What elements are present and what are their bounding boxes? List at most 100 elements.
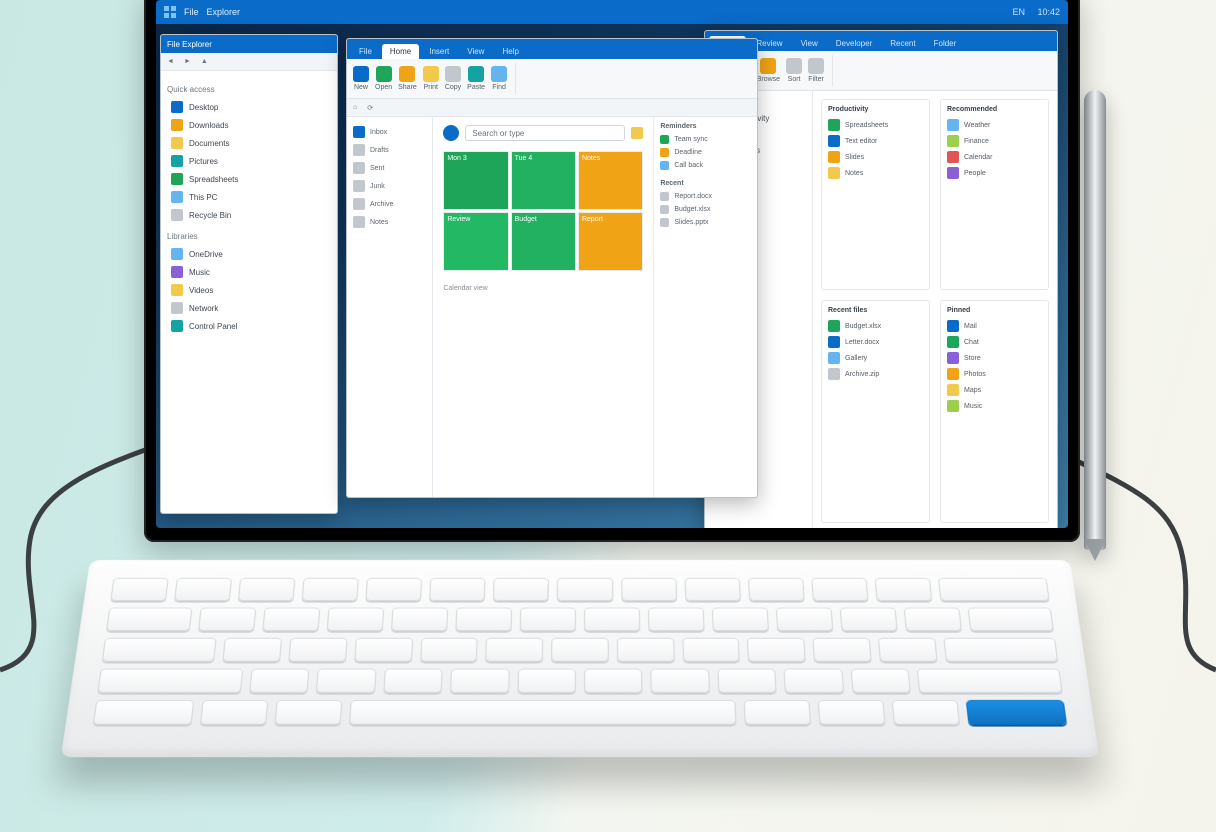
ribbon-button[interactable]: Sort xyxy=(786,58,802,83)
back-icon[interactable]: ◄ xyxy=(167,58,174,65)
search-input[interactable]: Search or type xyxy=(465,125,625,141)
ribbon-button[interactable]: New xyxy=(353,66,369,91)
folder-icon xyxy=(171,266,183,278)
app-list-item[interactable]: Text editor xyxy=(828,133,923,149)
aside-item[interactable]: Deadline xyxy=(660,146,751,159)
ribbon-tab[interactable]: View xyxy=(793,36,826,51)
ribbon-tab[interactable]: File xyxy=(351,44,380,59)
folder-list-item[interactable]: Notes xyxy=(351,213,428,231)
aside-item[interactable]: Team sync xyxy=(660,133,751,146)
app-list-item[interactable]: Slides xyxy=(828,149,923,165)
ribbon-button[interactable]: Share xyxy=(398,66,417,91)
calendar-folder-list[interactable]: Inbox Drafts Sent Junk Archive Notes xyxy=(347,117,433,497)
file-explorer-toolbar[interactable]: ◄ ► ▲ xyxy=(161,53,337,71)
cal-cell-3[interactable]: Review xyxy=(443,212,508,271)
nav-item[interactable]: Control Panel xyxy=(167,317,331,335)
keyboard-key xyxy=(621,578,677,601)
ribbon-button[interactable]: Find xyxy=(491,66,507,91)
keyboard-key xyxy=(326,608,384,631)
nav-item[interactable]: Pictures xyxy=(167,152,331,170)
app-list-item[interactable]: Gallery xyxy=(828,350,923,366)
cal-cell-1[interactable]: Tue 4 xyxy=(511,151,576,210)
calendar-ribbon-tabs[interactable]: FileHomeInsertViewHelp xyxy=(347,39,757,59)
app-list-item[interactable]: Letter.docx xyxy=(828,334,923,350)
folder-list-item[interactable]: Sent xyxy=(351,159,428,177)
file-explorer-titlebar[interactable]: File Explorer xyxy=(161,35,337,53)
nav-item[interactable]: OneDrive xyxy=(167,245,331,263)
window-calendar-app[interactable]: FileHomeInsertViewHelp New Open Share Pr… xyxy=(346,38,758,498)
app-list-item[interactable]: Notes xyxy=(828,165,923,181)
app-list-item[interactable]: Spreadsheets xyxy=(828,117,923,133)
star-icon[interactable] xyxy=(631,127,643,139)
ribbon-tab[interactable]: Home xyxy=(382,44,419,59)
cal-cell-4[interactable]: Budget xyxy=(511,212,576,271)
folder-list-item[interactable]: Inbox xyxy=(351,123,428,141)
nav-item[interactable]: Desktop xyxy=(167,98,331,116)
tray-clock[interactable]: 10:42 xyxy=(1037,7,1060,17)
ribbon-tab[interactable]: View xyxy=(459,44,492,59)
keyboard-key xyxy=(717,669,777,693)
aside-item[interactable]: Report.docx xyxy=(660,190,751,203)
cal-cell-0[interactable]: Mon 3 xyxy=(443,151,508,210)
app-list-item[interactable]: Archive.zip xyxy=(828,366,923,382)
aside-item[interactable]: Budget.xlsx xyxy=(660,203,751,216)
folder-list-item[interactable]: Drafts xyxy=(351,141,428,159)
app-icon xyxy=(828,336,840,348)
calendar-grid[interactable]: Mon 3 Tue 4 Notes Review Budget Report xyxy=(443,151,643,271)
home-icon[interactable]: ⌂ xyxy=(353,104,357,111)
aside-item[interactable]: Call back xyxy=(660,159,751,172)
ribbon-tab[interactable]: Help xyxy=(494,44,526,59)
app-list-item[interactable]: Photos xyxy=(947,366,1042,382)
system-tray[interactable]: EN 10:42 xyxy=(1002,7,1060,17)
ribbon-tab[interactable]: Insert xyxy=(421,44,457,59)
forward-icon[interactable]: ► xyxy=(184,58,191,65)
app-list-item[interactable]: Finance xyxy=(947,133,1042,149)
nav-item[interactable]: Recycle Bin xyxy=(167,206,331,224)
aside-item[interactable]: Slides.pptx xyxy=(660,216,751,229)
ribbon-button[interactable]: Browse xyxy=(757,58,780,83)
folder-icon xyxy=(171,137,183,149)
ribbon-tab[interactable]: Folder xyxy=(926,36,965,51)
calendar-subtoolbar[interactable]: ⌂ ⟳ xyxy=(347,99,757,117)
nav-item[interactable]: Music xyxy=(167,263,331,281)
keyboard-key xyxy=(110,578,169,601)
folder-list-item[interactable]: Junk xyxy=(351,177,428,195)
cal-cell-5[interactable]: Report xyxy=(578,212,643,271)
taskbar-menu-0[interactable]: File xyxy=(184,7,199,17)
app-list-item[interactable]: Weather xyxy=(947,117,1042,133)
app-list-item[interactable]: People xyxy=(947,165,1042,181)
ribbon-button[interactable]: Paste xyxy=(467,66,485,91)
start-icon[interactable] xyxy=(164,6,176,18)
ribbon-button[interactable]: Filter xyxy=(808,58,824,83)
calendar-ribbon[interactable]: New Open Share Print Copy Paste Find xyxy=(347,59,757,99)
refresh-icon[interactable]: ⟳ xyxy=(367,104,373,112)
app-list-item[interactable]: Maps xyxy=(947,382,1042,398)
nav-item[interactable]: This PC xyxy=(167,188,331,206)
user-avatar[interactable] xyxy=(443,125,459,141)
window-file-explorer[interactable]: File Explorer ◄ ► ▲ Quick access Desktop… xyxy=(160,34,338,514)
ribbon-button[interactable]: Print xyxy=(423,66,439,91)
nav-item[interactable]: Network xyxy=(167,299,331,317)
os-taskbar[interactable]: File Explorer EN 10:42 xyxy=(156,0,1068,24)
app-list-item[interactable]: Store xyxy=(947,350,1042,366)
ribbon-button[interactable]: Open xyxy=(375,66,392,91)
app-list-item[interactable]: Budget.xlsx xyxy=(828,318,923,334)
app-list-item[interactable]: Chat xyxy=(947,334,1042,350)
ribbon-tab[interactable]: Developer xyxy=(828,36,880,51)
app-list-item[interactable]: Music xyxy=(947,398,1042,414)
taskbar-menu-1[interactable]: Explorer xyxy=(207,7,241,17)
keyboard-key xyxy=(744,700,811,725)
cal-cell-2[interactable]: Notes xyxy=(578,151,643,210)
folder-list-item[interactable]: Archive xyxy=(351,195,428,213)
app-list-item[interactable]: Mail xyxy=(947,318,1042,334)
nav-item[interactable]: Videos xyxy=(167,281,331,299)
tray-lang[interactable]: EN xyxy=(1012,7,1025,17)
app-list-item[interactable]: Calendar xyxy=(947,149,1042,165)
ribbon-button[interactable]: Copy xyxy=(445,66,461,91)
nav-item[interactable]: Spreadsheets xyxy=(167,170,331,188)
nav-item[interactable]: Documents xyxy=(167,134,331,152)
up-icon[interactable]: ▲ xyxy=(201,58,208,65)
ribbon-tab[interactable]: Recent xyxy=(882,36,923,51)
app-panel: Pinned Mail Chat Store Photos Maps Music xyxy=(940,300,1049,523)
nav-item[interactable]: Downloads xyxy=(167,116,331,134)
